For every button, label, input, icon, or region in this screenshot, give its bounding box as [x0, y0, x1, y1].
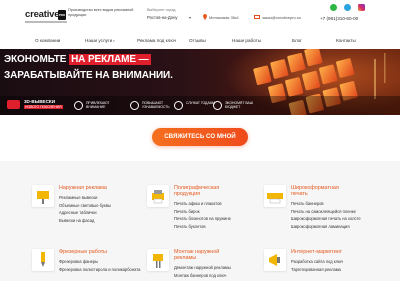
service-link[interactable]: Печать на самоклеящейся пленке [291, 208, 361, 216]
service-link[interactable]: Объемные световые буквы [59, 202, 111, 210]
feature-3d-signs: 3D-ВЫВЕСКИ НОВОГО ПОКОЛЕНИЯ [7, 99, 63, 112]
feature-label: ПОВЫШАЮТ УЗНАВАЕМОСТЬ [142, 101, 170, 110]
nav-label: Блог [292, 38, 302, 43]
service-title[interactable]: Наружная реклама [59, 185, 119, 191]
service-links: Печать афиш и плакатов Печать бирок Печа… [174, 200, 231, 230]
service-link[interactable]: Печать баннеров [291, 200, 361, 208]
nav-label: О компании [35, 38, 61, 43]
nav-item-services[interactable]: Наши услуги▾ [85, 38, 115, 43]
nav-label: Реклама под ключ [137, 38, 177, 43]
nav-item-about[interactable]: О компании [35, 38, 60, 43]
eye-icon [74, 101, 83, 110]
clock-icon [174, 101, 183, 110]
phone-link[interactable]: +7 (961)310-60-00 [320, 16, 358, 21]
service-link[interactable]: Широкоформатная ламинация [291, 223, 361, 231]
location-pin-icon [203, 14, 207, 20]
service-link[interactable]: Широкоформатная печать на холсте [291, 215, 361, 223]
service-title[interactable]: Полиграфическая продукция [174, 185, 234, 197]
service-links: Разработка сайта под ключ Таргетированна… [291, 258, 343, 273]
service-link[interactable]: Печать афиш и плакатов [174, 200, 231, 208]
nav-item-blog[interactable]: Блог [292, 38, 302, 43]
banner-headline-prefix: ЭКОНОМЬТЕ [4, 54, 70, 65]
logo-wordmark: creative [25, 9, 60, 20]
service-link[interactable]: Печать бирок [174, 208, 231, 216]
nav-item-turnkey[interactable]: Реклама под ключ [137, 38, 176, 43]
nav-item-contacts[interactable]: Контакты [336, 38, 356, 43]
site-header: creative PRO Производство всех видов рек… [0, 0, 400, 36]
hero-banner[interactable]: ЭКОНОМЬТЕ НА РЕКЛАМЕ — ЗАРАБАТЫВАЙТЕ НА … [0, 49, 400, 115]
nav-label: Наши работы [232, 38, 262, 43]
megaphone-icon [264, 249, 286, 271]
service-link[interactable]: Вывески на фасад [59, 217, 111, 225]
service-link[interactable]: Разработка сайта под ключ [291, 258, 343, 266]
sign-icon [7, 100, 20, 109]
feature-label: ПРИВЛЕКАЮТ ВНИМАНИЕ [86, 101, 110, 110]
service-title[interactable]: Монтаж наружной рекламы [174, 249, 234, 261]
main-nav: О компании Наши услуги▾ Реклама под ключ… [0, 36, 400, 46]
installation-icon [147, 249, 169, 271]
service-links: Печать баннеров Печать на самоклеящейся … [291, 200, 361, 230]
service-links: Демонтаж наружной рекламы Монтаж баннеро… [174, 264, 231, 279]
service-links: Фрезеровка фанеры Фрезеровка полистирола… [59, 258, 140, 273]
service-link[interactable]: Демонтаж наружной рекламы [174, 264, 231, 272]
wide-printer-icon [264, 185, 286, 207]
target-icon [130, 101, 139, 110]
banner-headline-2: ЗАРАБАТЫВАЙТЕ НА ВНИМАНИИ. [4, 70, 173, 81]
telegram-icon[interactable] [344, 4, 351, 11]
chevron-down-icon: ▾ [113, 39, 115, 43]
nav-item-reviews[interactable]: Отзывы [189, 38, 206, 43]
nav-label: Контакты [336, 38, 356, 43]
service-link[interactable]: Печать блокнотов на пружине [174, 215, 231, 223]
service-links: Рекламные вывески Объемные световые букв… [59, 194, 111, 224]
service-title[interactable]: Интернет-маркетинг [291, 249, 351, 255]
billboard-icon [32, 185, 54, 207]
contact-me-button[interactable]: СВЯЖИТЕСЬ СО МНОЙ [152, 128, 248, 146]
service-link[interactable]: Фрезеровка фанеры [59, 258, 140, 266]
mail-icon [254, 15, 260, 19]
service-link[interactable]: Рекламные вывески [59, 194, 111, 202]
service-link[interactable]: Печать буклетов [174, 223, 231, 231]
feature-3d-subtitle: НОВОГО ПОКОЛЕНИЯ [24, 105, 63, 109]
service-link[interactable]: Монтаж баннеров под ключ [174, 272, 231, 280]
logo-underline [25, 21, 67, 23]
service-title[interactable]: Фрезерные работы [59, 249, 119, 255]
service-link[interactable]: Адресные таблички [59, 209, 111, 217]
header-tagline: Производство всех видов рекламной продук… [68, 8, 134, 17]
feature-3d-title: 3D-ВЫВЕСКИ [24, 99, 56, 104]
city-select[interactable]: Ростов-на-Дону [147, 15, 178, 20]
milling-icon [32, 249, 54, 271]
address-text: Меняковая 35к1 [209, 15, 240, 20]
printer-icon [147, 185, 169, 207]
email-link[interactable]: заказ@creativepro.su [262, 15, 301, 20]
banner-headline-1: ЭКОНОМЬТЕ НА РЕКЛАМЕ — [4, 54, 151, 65]
logo[interactable]: creative PRO [25, 9, 67, 27]
feature-label: ЭКОНОМЯТ ВАШ БЮДЖЕТ [225, 101, 253, 110]
chevron-down-icon[interactable]: ▾ [189, 15, 191, 20]
nav-label: Отзывы [189, 38, 206, 43]
wallet-icon [213, 101, 222, 110]
nav-item-works[interactable]: Наши работы [232, 38, 261, 43]
service-link[interactable]: Фрезеровка полистирола и поликарбоната [59, 266, 140, 274]
service-link[interactable]: Таргетированная реклама [291, 266, 343, 274]
nav-label: Наши услуги [85, 38, 113, 43]
instagram-icon[interactable] [358, 4, 365, 11]
whatsapp-icon[interactable] [330, 4, 337, 11]
banner-headline-highlight: НА РЕКЛАМЕ — [69, 54, 151, 65]
services-section: Наружная реклама Рекламные вывески Объем… [0, 161, 400, 281]
logo-badge: PRO [58, 10, 66, 20]
service-title[interactable]: Широкоформатная печать [291, 185, 351, 197]
city-label: Выберите город: [147, 8, 177, 12]
